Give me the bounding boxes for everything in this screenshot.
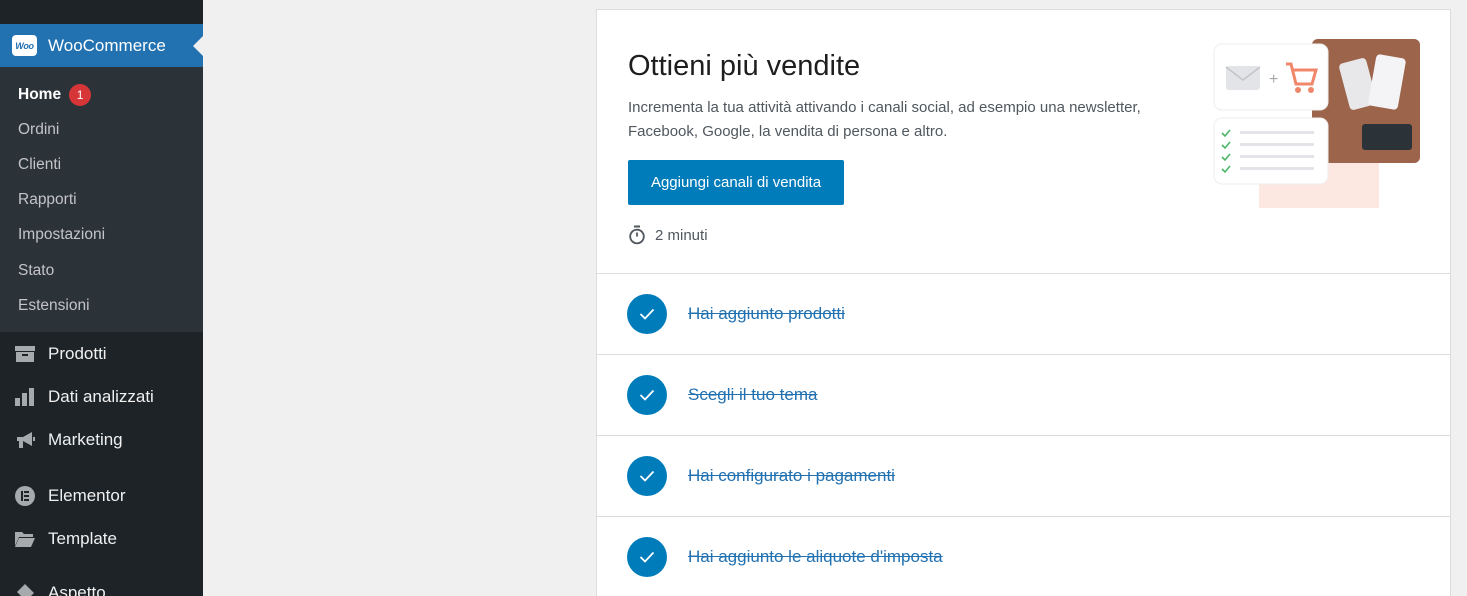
bar-chart-icon (14, 386, 36, 408)
menu-item-label: Marketing (48, 430, 123, 449)
submenu-item-label: Stato (18, 261, 55, 279)
menu-item-label: Aspetto (48, 583, 106, 596)
sales-channels-task: Ottieni più vendite Incrementa la tua at… (597, 10, 1450, 274)
menu-item-label: Dati analizzati (48, 387, 154, 406)
submenu-item-label: Ordini (18, 120, 60, 138)
task-item[interactable]: Hai aggiunto prodotti (597, 274, 1450, 355)
megaphone-icon (14, 429, 36, 451)
task-label[interactable]: Hai aggiunto le aliquote d'imposta (688, 547, 943, 567)
admin-sidebar: Woo WooCommerce Home 1 Ordini Clienti Ra… (0, 0, 203, 596)
menu-item-aspetto[interactable]: Aspetto (0, 573, 203, 596)
checkmark-icon (627, 294, 667, 334)
task-item[interactable]: Hai configurato i pagamenti (597, 436, 1450, 517)
submenu-item-clienti[interactable]: Clienti (0, 147, 203, 182)
woocommerce-icon: Woo (12, 35, 37, 56)
submenu-item-label: Clienti (18, 155, 62, 173)
svg-text:+: + (1269, 71, 1278, 88)
sales-channels-illustration: + (1212, 38, 1422, 210)
menu-item-label: Prodotti (48, 344, 107, 363)
menu-item-dati-analizzati[interactable]: Dati analizzati (0, 377, 203, 417)
submenu-item-stato[interactable]: Stato (0, 253, 203, 288)
menu-item-label: Template (48, 529, 117, 548)
current-menu-arrow (193, 36, 203, 56)
submenu-item-home[interactable]: Home 1 (0, 77, 203, 112)
submenu-item-label: Rapporti (18, 191, 77, 209)
menu-item-woocommerce[interactable]: Woo WooCommerce (0, 24, 203, 67)
menu-item-label: WooCommerce (48, 35, 166, 55)
menu-item-label: Elementor (48, 486, 126, 505)
submenu-item-estensioni[interactable]: Estensioni (0, 288, 203, 323)
task-label[interactable]: Hai configurato i pagamenti (688, 466, 895, 486)
brush-icon (14, 582, 36, 596)
archive-icon (14, 343, 36, 365)
folder-icon (14, 528, 36, 550)
task-label[interactable]: Hai aggiunto prodotti (688, 304, 845, 324)
task-item[interactable]: Scegli il tuo tema (597, 355, 1450, 436)
task-item[interactable]: Hai aggiunto le aliquote d'imposta (597, 517, 1450, 596)
submenu-item-label: Impostazioni (18, 226, 106, 244)
checkmark-icon (627, 375, 667, 415)
submenu-item-label: Home (18, 85, 62, 103)
task-title: Ottieni più vendite (628, 50, 861, 82)
notification-badge: 1 (69, 83, 92, 106)
task-description: Incrementa la tua attività attivando i c… (628, 99, 1141, 140)
submenu-item-rapporti[interactable]: Rapporti (0, 183, 203, 218)
submenu-item-label: Estensioni (18, 296, 90, 314)
elementor-icon (14, 485, 36, 507)
submenu-item-impostazioni[interactable]: Impostazioni (0, 218, 203, 253)
menu-item-elementor[interactable]: Elementor (0, 476, 203, 516)
task-label[interactable]: Scegli il tuo tema (688, 385, 817, 405)
add-sales-channels-button[interactable]: Aggiungi canali di vendita (628, 160, 844, 205)
menu-item-marketing[interactable]: Marketing (0, 420, 203, 460)
task-time-estimate: 2 minuti (628, 225, 708, 245)
time-estimate-label: 2 minuti (655, 226, 708, 244)
woocommerce-submenu: Home 1 Ordini Clienti Rapporti Impostazi… (0, 67, 203, 332)
stopwatch-icon (628, 225, 646, 245)
submenu-item-ordini[interactable]: Ordini (0, 112, 203, 147)
checkmark-icon (627, 456, 667, 496)
menu-item-prodotti[interactable]: Prodotti (0, 334, 203, 374)
menu-item-template[interactable]: Template (0, 519, 203, 559)
setup-task-list-card: Ottieni più vendite Incrementa la tua at… (596, 9, 1451, 596)
checkmark-icon (627, 537, 667, 577)
